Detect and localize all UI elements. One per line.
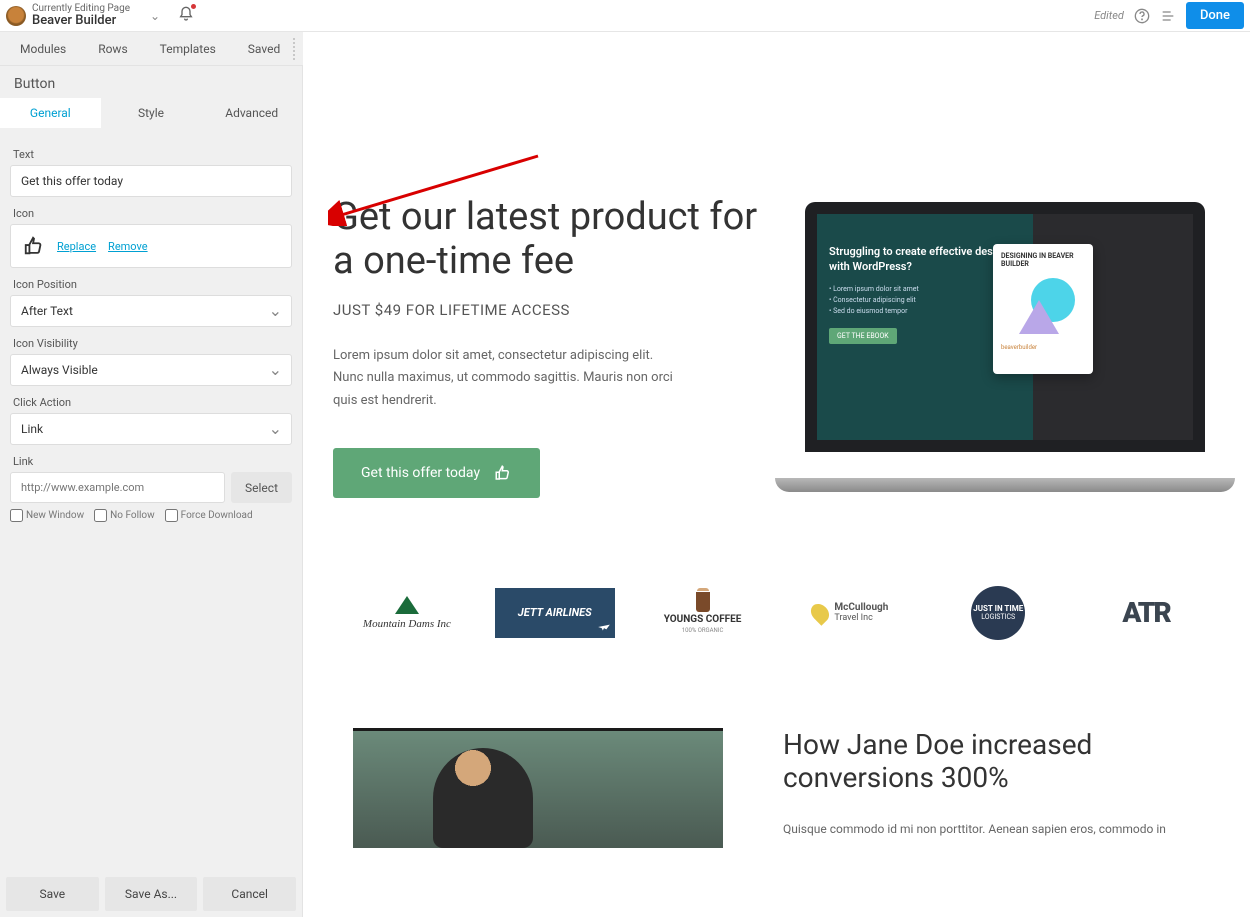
card-title: DESIGNING IN BEAVER BUILDER <box>1001 252 1085 268</box>
settings-sidebar: Button General Style Advanced Text Icon … <box>0 66 303 917</box>
footer-buttons: Save Save As... Cancel <box>0 871 302 917</box>
icon-label: Icon <box>13 207 292 220</box>
page-title: Beaver Builder <box>32 14 130 28</box>
link-input[interactable] <box>10 472 225 503</box>
icon-position-select[interactable]: After Text <box>10 295 292 327</box>
thumbs-up-icon <box>23 235 45 257</box>
module-title: Button <box>0 66 302 98</box>
new-window-checkbox[interactable]: New Window <box>10 509 84 522</box>
tab-modules[interactable]: Modules <box>20 42 66 56</box>
tab-style[interactable]: Style <box>101 98 202 128</box>
icon-picker: Replace Remove <box>10 224 292 268</box>
force-download-checkbox[interactable]: Force Download <box>165 509 253 522</box>
cta-button[interactable]: Get this offer today <box>333 448 540 498</box>
hero-subheading: JUST $49 FOR LIFETIME ACCESS <box>333 301 760 319</box>
hero-section: Get our latest product for a one-time fe… <box>303 66 1250 558</box>
story-body: Quisque commodo id mi non porttitor. Aen… <box>783 819 1200 839</box>
content-tabs: Modules Rows Templates Saved <box>0 32 303 66</box>
story-image <box>353 728 723 848</box>
logo-jett-airlines: JETT AIRLINES <box>495 588 615 638</box>
logo-mccullough: McCulloughTravel Inc <box>790 588 910 638</box>
save-as-button[interactable]: Save As... <box>105 877 198 911</box>
outline-icon[interactable] <box>1160 8 1176 24</box>
cancel-button[interactable]: Cancel <box>203 877 296 911</box>
logo-mountain-dams: Mountain Dams Inc <box>347 588 467 638</box>
click-action-label: Click Action <box>13 396 292 409</box>
icon-position-label: Icon Position <box>13 278 292 291</box>
chevron-down-icon[interactable]: ⌄ <box>150 9 160 23</box>
done-button[interactable]: Done <box>1186 2 1244 29</box>
logo-youngs-coffee: YOUNGS COFFEE100% ORGANIC <box>643 588 763 638</box>
edited-label: Edited <box>1094 9 1124 22</box>
link-select-button[interactable]: Select <box>231 472 292 503</box>
laptop-mockup: Struggling to create effective designs w… <box>790 202 1220 492</box>
story-section: How Jane Doe increased conversions 300% … <box>303 688 1250 848</box>
beaver-logo <box>6 6 26 26</box>
icon-visibility-select[interactable]: Always Visible <box>10 354 292 386</box>
thumbs-up-icon <box>494 464 512 482</box>
tab-rows[interactable]: Rows <box>98 42 127 56</box>
link-label: Link <box>13 455 292 468</box>
icon-replace-link[interactable]: Replace <box>57 240 96 253</box>
logo-atr: ATR <box>1086 588 1206 638</box>
help-icon[interactable] <box>1134 8 1150 24</box>
hero-body: Lorem ipsum dolor sit amet, consectetur … <box>333 345 683 411</box>
page-info[interactable]: Currently Editing Page Beaver Builder <box>32 3 130 28</box>
tab-saved[interactable]: Saved <box>248 42 280 56</box>
story-heading: How Jane Doe increased conversions 300% <box>783 728 1200 795</box>
no-follow-checkbox[interactable]: No Follow <box>94 509 155 522</box>
cta-label: Get this offer today <box>361 465 480 481</box>
logos-row: Mountain Dams Inc JETT AIRLINES YOUNGS C… <box>303 558 1250 688</box>
tab-general[interactable]: General <box>0 98 101 128</box>
icon-remove-link[interactable]: Remove <box>108 240 148 253</box>
text-label: Text <box>13 148 292 161</box>
click-action-select[interactable]: Link <box>10 413 292 445</box>
notifications-icon[interactable] <box>178 6 194 26</box>
tab-templates[interactable]: Templates <box>160 42 216 56</box>
hero-heading: Get our latest product for a one-time fe… <box>333 196 760 283</box>
settings-panel: Text Icon Replace Remove Icon Position A… <box>0 128 302 871</box>
topbar: Currently Editing Page Beaver Builder ⌄ … <box>0 0 1250 32</box>
preview-canvas[interactable]: Get our latest product for a one-time fe… <box>303 66 1250 917</box>
tab-advanced[interactable]: Advanced <box>201 98 302 128</box>
text-input[interactable] <box>10 165 292 197</box>
save-button[interactable]: Save <box>6 877 99 911</box>
icon-visibility-label: Icon Visibility <box>13 337 292 350</box>
logo-just-in-time: JUST IN TIMELOGISTICS <box>938 588 1058 638</box>
drag-handle-icon[interactable] <box>293 38 299 60</box>
settings-tabs: General Style Advanced <box>0 98 302 128</box>
